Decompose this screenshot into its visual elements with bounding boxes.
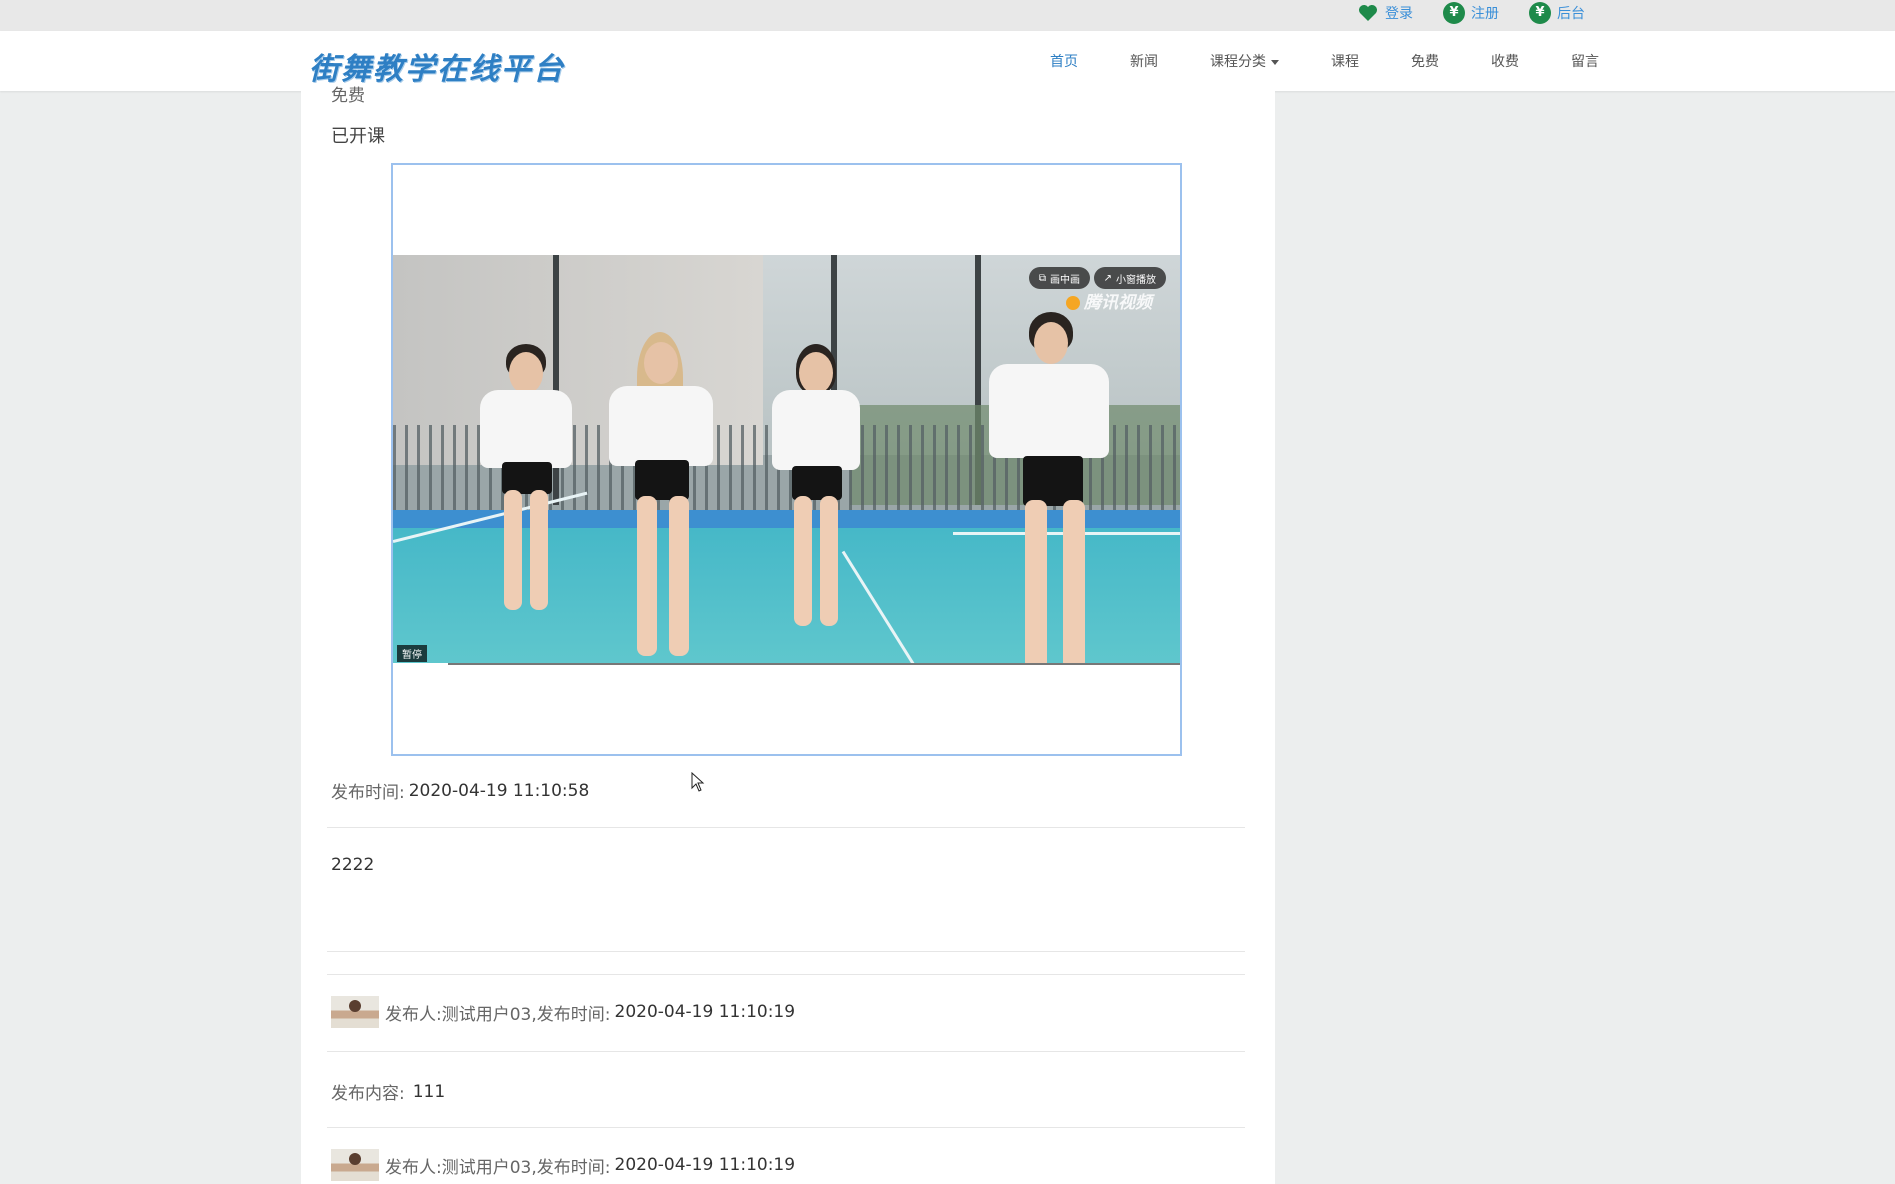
nav-item-free[interactable]: 免费: [1411, 51, 1439, 71]
mini-window-label: 小窗播放: [1116, 274, 1156, 286]
mini-window-button[interactable]: ↗ 小窗播放: [1093, 267, 1166, 289]
caret-down-icon: [1271, 59, 1279, 65]
comment-time: 2020-04-19 11:10:19: [614, 1002, 796, 1022]
course-body-text: 2222: [331, 855, 375, 875]
top-links: 登录 ¥ 注册 ¥ 后台: [1357, 0, 1585, 25]
login-link[interactable]: 登录: [1357, 2, 1413, 24]
video-watermark: 腾讯视频: [1066, 288, 1152, 313]
video-progress-fill: [393, 663, 449, 665]
divider: [327, 1051, 1245, 1052]
divider: [327, 974, 1245, 975]
divider: [327, 1127, 1245, 1128]
video-frame-image[interactable]: ⧉ 画中画 ↗ 小窗播放 腾讯视频 暂停: [393, 255, 1180, 665]
publish-time-label: 发布时间:: [331, 783, 405, 803]
admin-link[interactable]: ¥ 后台: [1529, 1, 1585, 24]
pip-icon: ⧉: [1038, 272, 1046, 284]
nav-item-course-category[interactable]: 课程分类: [1210, 51, 1279, 71]
publish-time-value: 2020-04-19 11:10:58: [408, 780, 590, 801]
pip-label: 画中画: [1050, 274, 1080, 286]
top-utility-bar: 登录 ¥ 注册 ¥ 后台: [0, 0, 1895, 31]
picture-in-picture-button[interactable]: ⧉ 画中画: [1028, 267, 1090, 289]
comment-author: 测试用户03: [441, 1004, 532, 1025]
nav-menu: 首页 新闻 课程分类 课程 免费 收费 留言: [1050, 31, 1651, 91]
navbar: 街舞教学在线平台 首页 新闻 课程分类 课程 免费 收费 留言: [0, 31, 1895, 91]
comment-author-label: 发布人:: [385, 1004, 442, 1025]
nav-item-courses[interactable]: 课程: [1331, 51, 1359, 71]
nav-item-news[interactable]: 新闻: [1130, 51, 1158, 71]
divider: [327, 827, 1245, 828]
watermark-label: 腾讯视频: [1084, 293, 1152, 313]
video-progress-bar[interactable]: [393, 663, 1180, 665]
yen-icon: ¥: [1529, 1, 1551, 24]
comment-time-label: ,发布时间:: [531, 1157, 611, 1178]
heart-icon: [1357, 2, 1379, 24]
comment-content-label: 发布内容:: [331, 1084, 405, 1104]
comment-time: 2020-04-19 11:10:19: [614, 1155, 796, 1175]
avatar: [331, 1149, 379, 1181]
tencent-video-logo-icon: [1066, 296, 1080, 310]
video-player[interactable]: ⧉ 画中画 ↗ 小窗播放 腾讯视频 暂停: [391, 163, 1182, 756]
avatar: [331, 996, 379, 1028]
register-label: 注册: [1471, 5, 1499, 22]
comment-author: 测试用户03: [441, 1157, 532, 1178]
comment-content: 111: [412, 1081, 446, 1102]
divider: [327, 951, 1245, 952]
nav-item-home[interactable]: 首页: [1050, 51, 1078, 71]
main-panel: 免费 已开课 ⧉ 画中画 ↗ 小窗播放 腾讯视频 暂停 发布时间: 2020-0…: [301, 86, 1275, 1184]
course-type-label: 免费: [331, 86, 365, 106]
course-status: 已开课: [331, 126, 385, 147]
register-link[interactable]: ¥ 注册: [1443, 1, 1499, 24]
comment-author-label: 发布人:: [385, 1157, 442, 1178]
external-window-icon: ↗: [1103, 272, 1112, 284]
nav-item-course-category-label: 课程分类: [1210, 54, 1266, 70]
yen-icon: ¥: [1443, 1, 1465, 24]
nav-item-messages[interactable]: 留言: [1571, 51, 1599, 71]
comment-content-line: 发布内容: 111: [331, 1079, 446, 1105]
pause-button[interactable]: 暂停: [397, 645, 427, 662]
nav-item-paid[interactable]: 收费: [1491, 51, 1519, 71]
comment-time-label: ,发布时间:: [531, 1004, 611, 1025]
comment-header: 发布人: 测试用户03 ,发布时间: 2020-04-19 11:10:19: [331, 1149, 795, 1181]
login-label: 登录: [1385, 5, 1413, 22]
publish-time-line: 发布时间: 2020-04-19 11:10:58: [331, 778, 590, 804]
comment-header: 发布人: 测试用户03 ,发布时间: 2020-04-19 11:10:19: [331, 996, 795, 1028]
admin-label: 后台: [1557, 5, 1585, 22]
